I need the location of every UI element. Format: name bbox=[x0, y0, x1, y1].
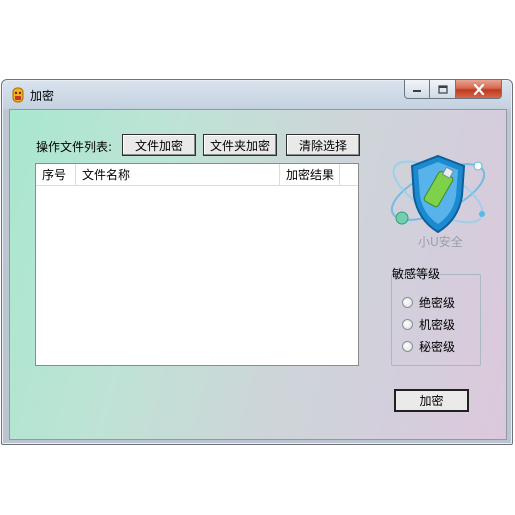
app-icon bbox=[11, 87, 25, 103]
maximize-icon bbox=[437, 84, 448, 94]
minimize-icon bbox=[413, 90, 421, 92]
brand-name: 小U安全 bbox=[418, 235, 463, 249]
column-header-filler bbox=[340, 164, 358, 186]
radio-secret[interactable]: 秘密级 bbox=[402, 338, 455, 355]
column-header-result[interactable]: 加密结果 bbox=[280, 164, 340, 186]
file-list[interactable]: 序号 文件名称 加密结果 bbox=[35, 163, 359, 366]
radio-confidential[interactable]: 机密级 bbox=[402, 316, 455, 333]
clear-selection-button[interactable]: 清除选择 bbox=[286, 134, 360, 156]
encrypt-window: 加密 操作文件列表: 文件加密 文件夹加密 清除选择 序号 文件名称 加密结果 bbox=[1, 79, 513, 445]
radio-top-secret[interactable]: 绝密级 bbox=[402, 294, 455, 311]
radio-label: 机密级 bbox=[419, 318, 456, 332]
radio-button-icon[interactable] bbox=[402, 341, 413, 352]
radio-button-icon[interactable] bbox=[402, 319, 413, 330]
radio-label: 绝密级 bbox=[419, 296, 456, 310]
close-icon bbox=[473, 83, 484, 95]
sensitivity-group-title: 敏感等级 bbox=[392, 267, 441, 281]
column-header-index[interactable]: 序号 bbox=[36, 164, 76, 186]
caption-buttons bbox=[404, 80, 502, 100]
radio-label: 秘密级 bbox=[419, 340, 456, 354]
shield-logo-icon bbox=[386, 150, 496, 240]
maximize-button[interactable] bbox=[430, 80, 456, 99]
encrypt-folder-button[interactable]: 文件夹加密 bbox=[203, 134, 277, 156]
window-title: 加密 bbox=[30, 89, 55, 103]
title-bar[interactable]: 加密 bbox=[2, 80, 512, 110]
client-area: 操作文件列表: 文件加密 文件夹加密 清除选择 序号 文件名称 加密结果 小U安… bbox=[9, 109, 507, 440]
close-button[interactable] bbox=[456, 80, 502, 99]
column-header-filename[interactable]: 文件名称 bbox=[76, 164, 280, 186]
minimize-button[interactable] bbox=[404, 80, 430, 99]
encrypt-file-button[interactable]: 文件加密 bbox=[122, 134, 196, 156]
encrypt-button[interactable]: 加密 bbox=[394, 389, 469, 412]
file-list-label: 操作文件列表: bbox=[36, 140, 113, 154]
file-list-header: 序号 文件名称 加密结果 bbox=[36, 164, 358, 186]
radio-button-icon[interactable] bbox=[402, 297, 413, 308]
